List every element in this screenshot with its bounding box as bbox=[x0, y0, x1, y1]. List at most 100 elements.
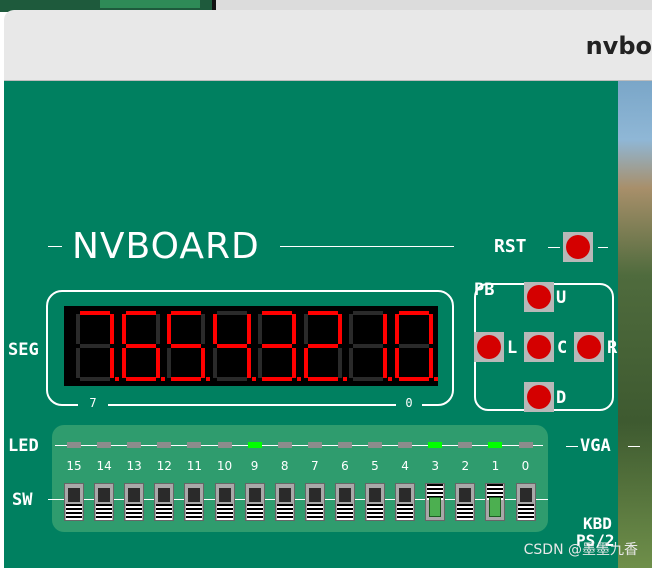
led-indicator bbox=[518, 442, 533, 448]
led-indicator bbox=[398, 442, 413, 448]
switch-number: 8 bbox=[280, 459, 289, 473]
pb-button-up[interactable] bbox=[524, 282, 554, 312]
seg-segment bbox=[383, 314, 387, 344]
slide-switch[interactable] bbox=[515, 483, 536, 521]
seg-segment bbox=[398, 377, 429, 381]
seg-segment bbox=[216, 377, 247, 381]
slide-switch[interactable] bbox=[124, 483, 145, 521]
slide-switch[interactable] bbox=[94, 483, 115, 521]
switch-number: 5 bbox=[371, 459, 379, 473]
switch-indicator bbox=[489, 497, 502, 517]
switch-knob bbox=[399, 488, 412, 502]
seg-segment bbox=[216, 344, 247, 348]
switch-knob bbox=[278, 488, 291, 502]
seg-segment bbox=[110, 348, 114, 378]
pb-button-center[interactable] bbox=[524, 332, 554, 362]
slide-switch[interactable] bbox=[304, 483, 325, 521]
divider bbox=[280, 246, 454, 247]
seg-segment bbox=[167, 348, 171, 378]
switch-number: 14 bbox=[96, 459, 112, 473]
rst-button[interactable] bbox=[563, 232, 593, 262]
seg-digit bbox=[209, 306, 256, 386]
seg-segment bbox=[216, 311, 247, 315]
seg-segment bbox=[303, 348, 308, 378]
seg-digit bbox=[163, 306, 210, 386]
led-label: LED bbox=[8, 436, 39, 456]
seg-segment bbox=[292, 314, 296, 344]
seg-segment bbox=[110, 314, 114, 344]
seg-segment bbox=[155, 314, 160, 344]
seg-segment bbox=[292, 348, 296, 378]
pb-label-center: C bbox=[557, 338, 568, 358]
seg-segment bbox=[337, 348, 342, 378]
desktop-background bbox=[618, 81, 652, 568]
switch-number: 9 bbox=[250, 459, 259, 473]
seg-segment bbox=[307, 311, 338, 315]
seg-digit bbox=[254, 306, 301, 386]
pb-button-down[interactable] bbox=[524, 382, 554, 412]
seg-segment bbox=[125, 344, 156, 348]
slide-switch[interactable] bbox=[154, 483, 175, 521]
slide-switch[interactable] bbox=[184, 483, 205, 521]
switch-number: 6 bbox=[341, 459, 349, 473]
led-indicator bbox=[428, 442, 443, 448]
seg-segment bbox=[262, 311, 292, 315]
slide-switch[interactable] bbox=[455, 483, 476, 521]
pb-label-right: R bbox=[607, 338, 618, 358]
button-cap bbox=[566, 235, 590, 259]
led-indicator bbox=[488, 442, 503, 448]
switch-knob bbox=[308, 488, 321, 502]
seg-segment bbox=[337, 314, 342, 344]
seg-segment bbox=[76, 348, 80, 378]
seg-segment bbox=[171, 344, 201, 348]
slide-switch[interactable] bbox=[334, 483, 355, 521]
seg-digit bbox=[72, 306, 119, 386]
switch-stripes bbox=[397, 504, 414, 520]
divider bbox=[628, 446, 640, 447]
pb-button-left[interactable] bbox=[474, 332, 504, 362]
switch-number: 4 bbox=[401, 459, 409, 473]
slide-switch[interactable] bbox=[274, 483, 295, 521]
window-titlebar[interactable]: nvbo bbox=[4, 10, 652, 81]
seg-segment bbox=[171, 377, 201, 381]
button-cap bbox=[527, 385, 551, 409]
switch-knob bbox=[338, 488, 351, 502]
seg-segment bbox=[212, 348, 217, 378]
seg-segment bbox=[201, 348, 205, 378]
led-indicator bbox=[307, 442, 322, 448]
seg-decimal-point bbox=[433, 377, 438, 381]
slide-switch[interactable] bbox=[244, 483, 265, 521]
led-indicator bbox=[368, 442, 382, 448]
led-indicator bbox=[127, 442, 142, 448]
switch-knob bbox=[519, 488, 532, 502]
seg-digit bbox=[300, 306, 347, 386]
seg-index-left: 7 bbox=[78, 396, 108, 410]
seg-segment bbox=[398, 311, 429, 315]
seg-segment bbox=[246, 348, 251, 378]
pb-label-up: U bbox=[556, 288, 567, 308]
switch-number: 11 bbox=[186, 459, 203, 473]
switch-number: 12 bbox=[156, 459, 172, 473]
seg-segment bbox=[349, 348, 353, 378]
seg-segment bbox=[76, 314, 80, 344]
seg-segment bbox=[262, 344, 292, 348]
switch-stripes bbox=[306, 504, 323, 520]
seg-digit bbox=[118, 306, 165, 386]
kbd-label: KBD bbox=[583, 514, 612, 533]
led-indicator bbox=[97, 442, 112, 448]
switch-stripes bbox=[186, 504, 203, 520]
slide-switch[interactable] bbox=[485, 483, 506, 521]
slide-switch[interactable] bbox=[214, 483, 235, 521]
seg-segment bbox=[394, 314, 399, 344]
pb-button-right[interactable] bbox=[574, 332, 604, 362]
divider bbox=[598, 247, 608, 248]
seg-segment bbox=[155, 348, 160, 378]
slide-switch[interactable] bbox=[64, 483, 84, 521]
seg-segment bbox=[353, 344, 383, 348]
switch-knob bbox=[128, 488, 141, 502]
slide-switch[interactable] bbox=[425, 483, 446, 521]
switch-stripes bbox=[156, 504, 173, 520]
slide-switch[interactable] bbox=[365, 483, 385, 521]
slide-switch[interactable] bbox=[395, 483, 416, 521]
led-indicator bbox=[277, 442, 292, 448]
